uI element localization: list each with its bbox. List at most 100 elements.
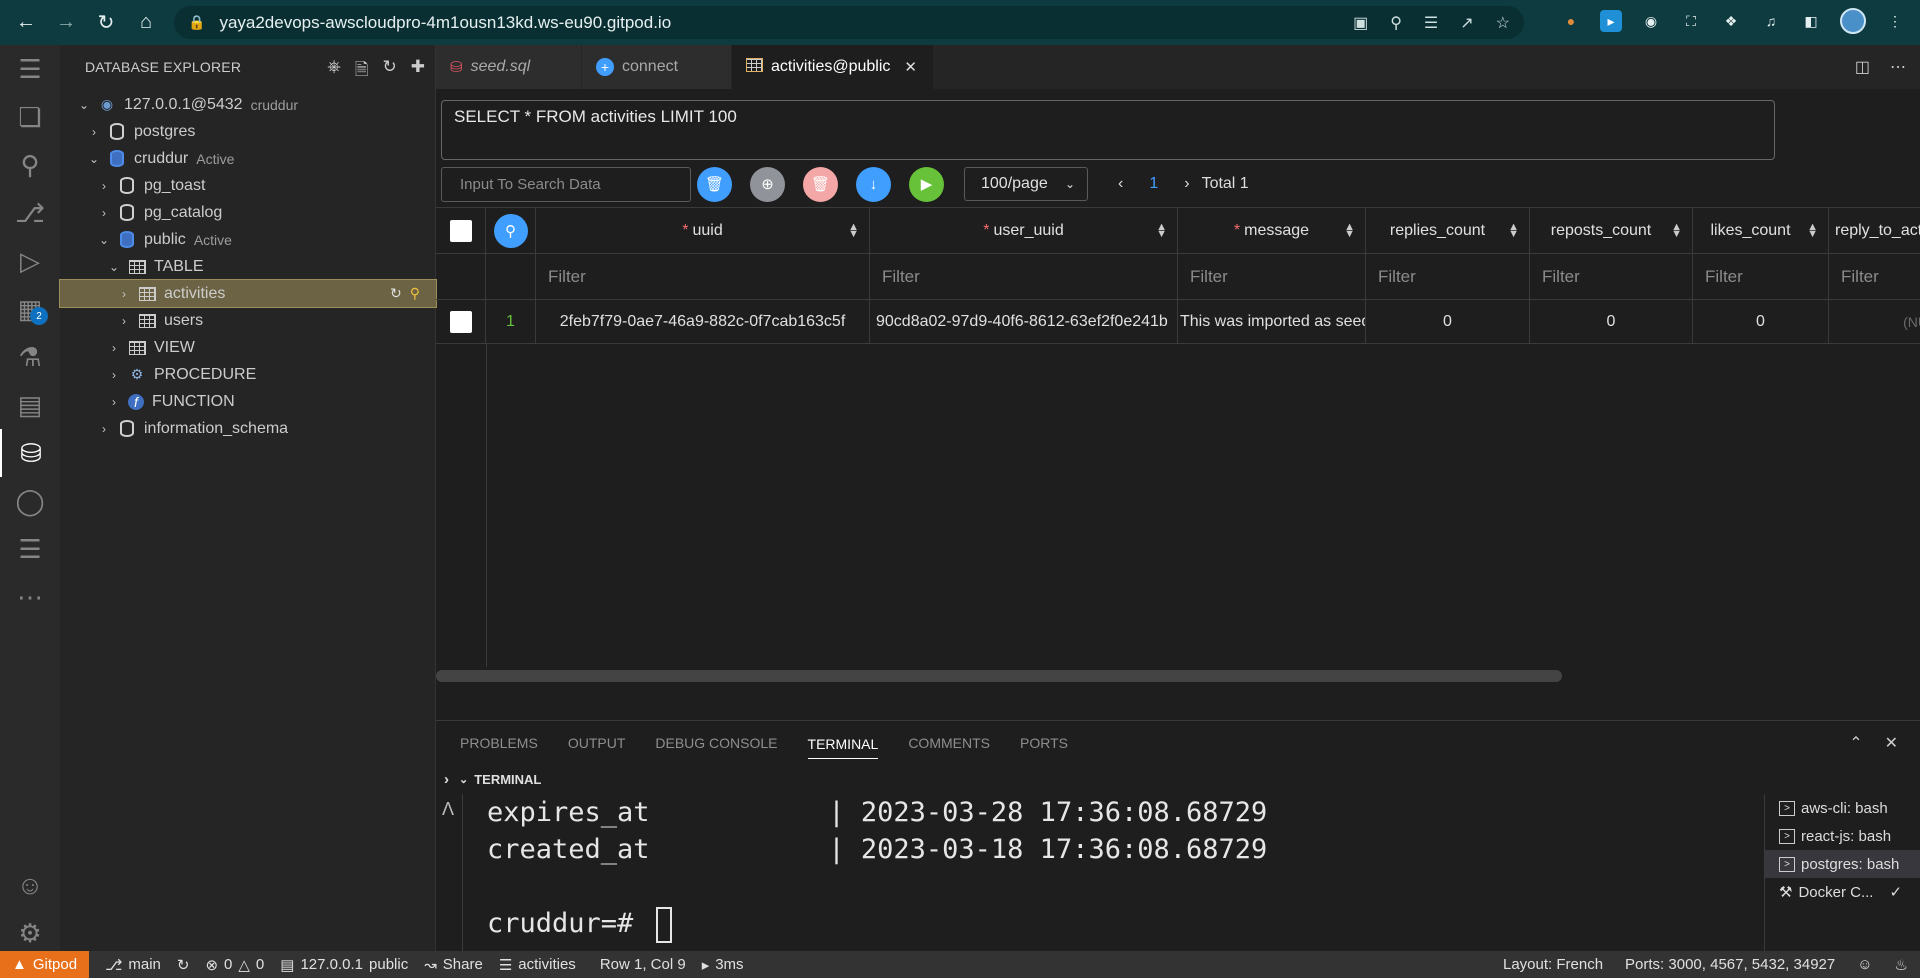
filter-input-user-uuid[interactable]: Filter <box>870 254 1178 299</box>
source-control-icon[interactable]: ⎇ <box>0 189 60 237</box>
ports-item[interactable]: Ports: 3000, 4567, 5432, 34927 <box>1625 956 1835 973</box>
terminal-item[interactable]: > aws-cli: bash <box>1765 794 1920 822</box>
row-checkbox[interactable] <box>449 310 472 333</box>
chevron-right-icon[interactable]: › <box>444 771 449 788</box>
tab-terminal[interactable]: TERMINAL <box>807 736 879 759</box>
table-item[interactable]: ☰ activities <box>499 956 576 974</box>
filter-input-likes-count[interactable]: Filter <box>1693 254 1829 299</box>
horizontal-scrollbar[interactable] <box>436 670 1562 682</box>
current-page[interactable]: 1 <box>1149 175 1158 193</box>
tree-schema-pg-toast[interactable]: › pg_toast <box>60 172 436 199</box>
tree-table-users[interactable]: › users <box>60 307 436 334</box>
sort-icon[interactable]: ▲ ▼ <box>1508 221 1519 239</box>
cell-reply-to[interactable]: (NU <box>1829 300 1920 343</box>
tab-connect[interactable]: + connect <box>582 45 732 89</box>
bookmark-star-icon[interactable]: ☆ <box>1496 13 1510 33</box>
tab-output[interactable]: OUTPUT <box>568 735 626 751</box>
settings-gear-icon[interactable]: ⚙ <box>0 909 60 957</box>
menu-icon[interactable]: ☰ <box>0 45 60 93</box>
address-bar[interactable]: 🔒 yaya2devops-awscloudpro-4m1ousn13kd.ws… <box>174 6 1524 39</box>
refresh-icon[interactable]: ↻ <box>383 57 397 86</box>
table-row[interactable]: 1 2feb7f79-0ae7-46a9-882c-0f7cab163c5f 9… <box>436 300 1920 344</box>
filter-input-replies-count[interactable]: Filter <box>1366 254 1530 299</box>
sql-query-editor[interactable]: SELECT * FROM activities LIMIT 100 <box>441 100 1775 160</box>
puzzle-icon[interactable]: ❖ <box>1720 10 1742 32</box>
cell-message[interactable]: This was imported as seed <box>1178 300 1366 343</box>
accounts-icon[interactable]: ☺ <box>0 861 60 909</box>
tree-group-procedure[interactable]: › ⚙ PROCEDURE <box>60 361 436 388</box>
tree-table-activities[interactable]: › activities ↻ ⚲ <box>59 279 437 308</box>
sort-icon[interactable]: ▲ ▼ <box>1156 221 1167 239</box>
tab-seed-sql[interactable]: ⛁ seed.sql <box>436 45 582 89</box>
refresh-icon[interactable]: ↻ <box>390 285 402 302</box>
sidepanel-icon[interactable]: ◧ <box>1800 10 1822 32</box>
problems-item[interactable]: ⊗ 0 △ 0 <box>205 956 264 974</box>
column-header-reply-to[interactable]: reply_to_acti <box>1829 208 1920 253</box>
translate-icon[interactable]: ☰ <box>1424 13 1438 33</box>
terminal-item[interactable]: ⚒ Docker C... ✓ <box>1765 878 1920 906</box>
tab-ports[interactable]: PORTS <box>1020 735 1068 751</box>
close-icon[interactable]: ✕ <box>904 58 917 76</box>
explorer-files-icon[interactable]: ❏ <box>0 93 60 141</box>
forward-icon[interactable]: → <box>48 5 84 41</box>
magnify-icon[interactable]: ⚲ <box>410 285 420 302</box>
timing-item[interactable]: ▸ 3ms <box>702 956 744 974</box>
tree-connection[interactable]: ⌄ ◉ 127.0.0.1@5432 cruddur <box>60 91 436 118</box>
media-icon[interactable]: ♫ <box>1760 10 1782 32</box>
more-icon[interactable]: ⋯ <box>0 573 60 621</box>
popup-blocked-icon[interactable]: ▣ <box>1353 13 1368 33</box>
database-icon[interactable]: ⛁ <box>0 429 60 477</box>
tree-db-cruddur[interactable]: ⌄ cruddur Active <box>60 145 436 172</box>
feedback-icon[interactable]: ☺ <box>1857 956 1872 973</box>
tab-activities-public[interactable]: activities@public ✕ <box>732 45 934 89</box>
tree-schema-information[interactable]: › information_schema <box>60 415 436 442</box>
run-icon[interactable]: ▶ <box>909 166 944 202</box>
tree-group-function[interactable]: › f FUNCTION <box>60 388 436 415</box>
tree-group-view[interactable]: › VIEW <box>60 334 436 361</box>
back-icon[interactable]: ← <box>8 5 44 41</box>
connection-tree-icon[interactable]: ⎈ <box>327 57 341 86</box>
tree-schema-public[interactable]: ⌄ public Active <box>60 226 436 253</box>
db-connection-item[interactable]: ▤ 127.0.0.1 public <box>280 956 408 974</box>
github-icon[interactable]: ◯ <box>0 477 60 525</box>
keyboard-layout[interactable]: Layout: French <box>1503 956 1603 973</box>
maximize-panel-icon[interactable]: ⌃ <box>1849 733 1862 753</box>
terminal-item[interactable]: > react-js: bash <box>1765 822 1920 850</box>
extension-3-icon[interactable]: ◉ <box>1640 10 1662 32</box>
tree-db-postgres[interactable]: › postgres <box>60 118 436 145</box>
profile-avatar[interactable] <box>1840 8 1866 34</box>
key-icon[interactable]: ⚲ <box>1390 13 1402 33</box>
run-debug-icon[interactable]: ▷ <box>0 237 60 285</box>
column-header-user-uuid[interactable]: * user_uuid ▲ ▼ <box>870 208 1178 253</box>
column-header-uuid[interactable]: * uuid ▲ ▼ <box>536 208 870 253</box>
extensions-icon[interactable]: ▦ 2 <box>0 285 60 333</box>
sort-icon[interactable]: ▲ ▼ <box>1671 221 1682 239</box>
sort-icon[interactable]: ▲ ▼ <box>1807 221 1818 239</box>
add-row-icon[interactable]: ⊕ <box>750 166 785 202</box>
search-icon[interactable]: ⚲ <box>0 141 60 189</box>
tab-problems[interactable]: PROBLEMS <box>460 735 538 751</box>
select-all-checkbox[interactable] <box>449 219 472 242</box>
tab-debug-console[interactable]: DEBUG CONSOLE <box>655 735 777 751</box>
home-icon[interactable]: ⌂ <box>128 5 164 41</box>
gitpod-button[interactable]: ▲ Gitpod <box>0 951 90 978</box>
share-item[interactable]: ↝ Share <box>424 956 483 974</box>
delete-icon[interactable]: 🗑 <box>697 166 732 202</box>
next-page-icon[interactable]: › <box>1184 175 1189 193</box>
cell-reposts-count[interactable]: 0 <box>1530 300 1693 343</box>
branch-item[interactable]: ⎇ main <box>105 956 161 974</box>
filter-input-reply-to[interactable]: Filter <box>1829 254 1920 299</box>
page-size-select[interactable]: 100/page ⌄ <box>964 167 1088 201</box>
column-header-replies-count[interactable]: replies_count ▲ ▼ <box>1366 208 1530 253</box>
cell-likes-count[interactable]: 0 <box>1693 300 1829 343</box>
prev-page-icon[interactable]: ‹ <box>1118 175 1123 193</box>
extension-1-icon[interactable]: ● <box>1560 10 1582 32</box>
cell-user-uuid[interactable]: 90cd8a02-97d9-40f6-8612-63ef2f0e241b <box>870 300 1178 343</box>
column-header-likes-count[interactable]: likes_count ▲ ▼ <box>1693 208 1829 253</box>
reload-icon[interactable]: ↻ <box>88 5 124 41</box>
search-icon[interactable]: ⚲ <box>493 213 528 248</box>
sort-icon[interactable]: ▲ ▼ <box>1344 221 1355 239</box>
filter-input-reposts-count[interactable]: Filter <box>1530 254 1693 299</box>
testing-flask-icon[interactable]: ⚗ <box>0 333 60 381</box>
column-header-reposts-count[interactable]: reposts_count ▲ ▼ <box>1530 208 1693 253</box>
